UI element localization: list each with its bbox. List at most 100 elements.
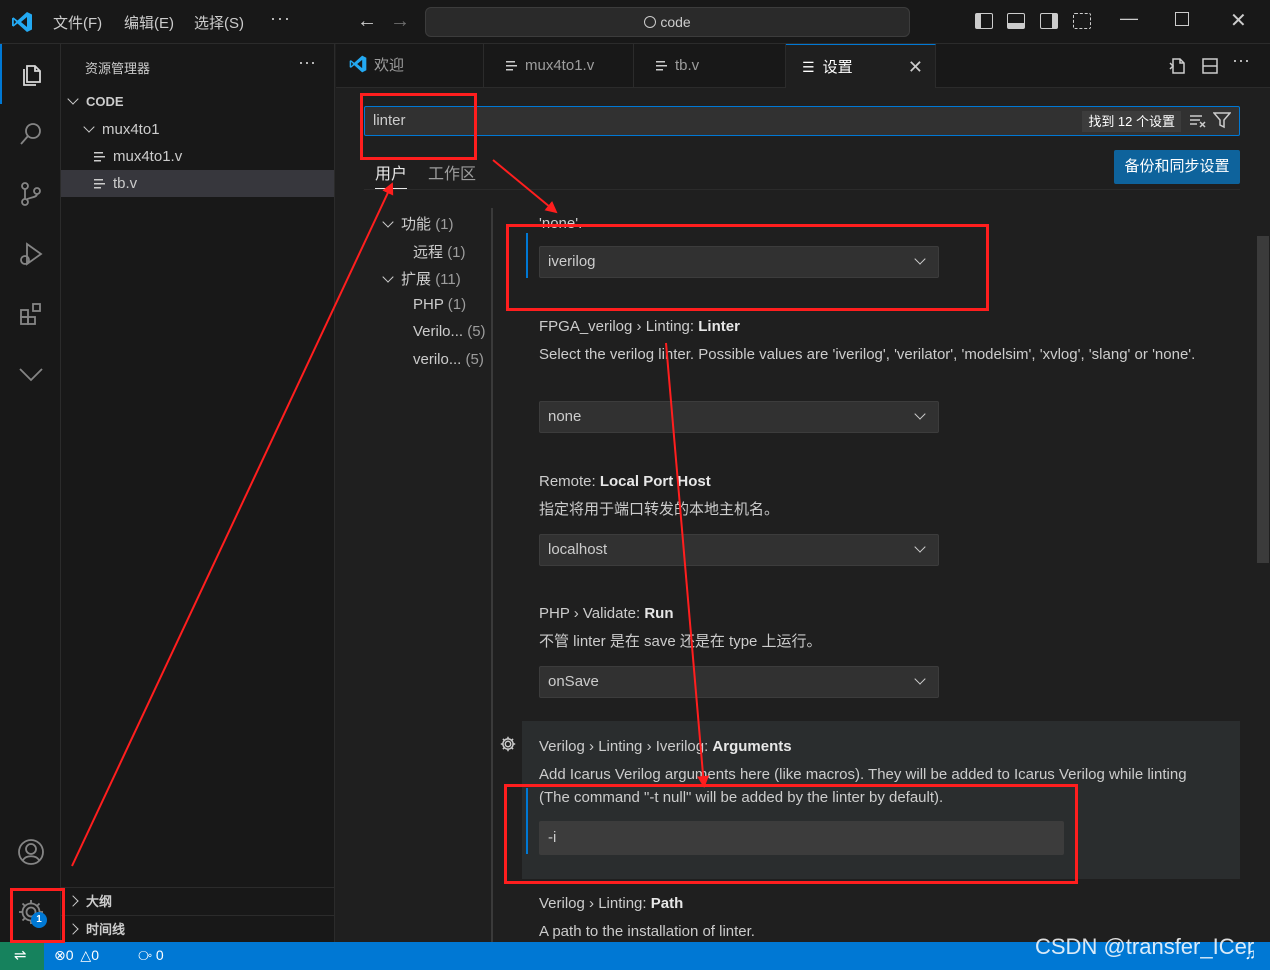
watermark: CSDN @transfer_ICer (1035, 934, 1255, 959)
setting-title: Verilog › Linting › Iverilog: Arguments (539, 738, 1219, 760)
php-validate-run-select[interactable]: onSave (539, 666, 939, 698)
maximize-icon[interactable] (1175, 12, 1189, 26)
annotation-box-search (360, 93, 477, 160)
setting-prefix: FPGA_verilog › Linting: (539, 318, 699, 335)
tab-welcome[interactable]: 欢迎 (336, 44, 484, 88)
setting-prefix: Verilog › Linting › Iverilog: (539, 738, 713, 755)
toc-label: PHP (413, 296, 444, 313)
setting-description: 不管 linter 是在 save 还是在 type 上运行。 (539, 633, 822, 650)
timeline-panel-header[interactable]: 时间线 (61, 915, 334, 943)
tab-mux4to1-v[interactable]: mux4to1.v (484, 44, 634, 88)
file-tb-v[interactable]: tb.v (61, 170, 334, 197)
ports-status[interactable]: ⧂ 0 (138, 947, 164, 964)
chevron-down-icon (914, 673, 926, 685)
tab-settings[interactable]: ☰ 设置 ✕ (786, 44, 936, 88)
clear-filter-icon[interactable] (1189, 112, 1207, 130)
toggle-panel-icon[interactable] (1007, 13, 1025, 29)
ports-count: 0 (155, 947, 164, 963)
toc-item-extensions[interactable]: 扩展 (11) (382, 268, 461, 289)
run-debug-button[interactable] (0, 224, 61, 284)
extensions-button[interactable] (0, 284, 61, 344)
setting-name: Arguments (712, 738, 792, 755)
toc-divider (491, 208, 493, 942)
split-editor-icon[interactable] (1200, 56, 1220, 81)
source-control-button[interactable] (0, 164, 61, 224)
menu-selection[interactable]: 选择(S) (194, 12, 244, 33)
toc-item-verilog-2[interactable]: verilo... (5) (413, 351, 484, 368)
customize-layout-icon[interactable] (1073, 13, 1091, 29)
select-value: localhost (548, 541, 608, 558)
files-icon (22, 65, 41, 86)
source-control-icon (20, 182, 41, 206)
open-settings-json-icon[interactable] (1168, 56, 1188, 81)
explorer-sidebar: 资源管理器 ··· CODE mux4to1 mux4to1.v tb.v 大纲… (61, 44, 335, 942)
file-label: tb.v (113, 175, 138, 192)
toc-count: (5) (465, 351, 484, 368)
setting-name: Linter (698, 318, 740, 335)
remote-indicator-button[interactable]: ⇌ (0, 942, 44, 970)
toc-item-verilog-1[interactable]: Verilo... (5) (413, 323, 486, 340)
explorer-button[interactable] (0, 44, 61, 104)
file-mux4to1-v[interactable]: mux4to1.v (61, 143, 334, 170)
tab-label: 设置 (822, 59, 853, 76)
more-views-button[interactable] (0, 344, 61, 404)
tab-workspace-scope[interactable]: 工作区 (428, 160, 476, 184)
select-value: onSave (548, 673, 599, 690)
more-actions-button[interactable]: ··· (1232, 50, 1250, 71)
toc-count: (1) (435, 216, 454, 233)
menu-edit[interactable]: 编辑(E) (124, 12, 174, 33)
accounts-button[interactable] (0, 822, 61, 882)
minimize-icon[interactable]: — (1120, 8, 1138, 29)
close-icon[interactable]: ✕ (908, 45, 923, 89)
menu-file[interactable]: 文件(F) (53, 12, 102, 33)
filter-icon[interactable] (1213, 111, 1231, 129)
toc-item-php[interactable]: PHP (1) (413, 296, 466, 313)
annotation-box-arguments (504, 784, 1078, 884)
command-center-search[interactable]: code (425, 7, 910, 37)
setting-php-validate-run: PHP › Validate: Run 不管 linter 是在 save 还是… (539, 605, 1219, 653)
tab-user-scope[interactable]: 用户 (375, 160, 408, 189)
folder-mux4to1[interactable]: mux4to1 (61, 116, 334, 143)
toc-count: (5) (467, 323, 486, 340)
back-arrow-icon[interactable]: ← (357, 10, 377, 33)
local-port-host-select[interactable]: localhost (539, 534, 939, 566)
outline-panel-header[interactable]: 大纲 (61, 887, 334, 915)
toc-label: 功能 (401, 216, 432, 233)
toc-label: 远程 (413, 244, 444, 261)
file-icon (94, 151, 105, 162)
error-icon: ⊗ (54, 947, 66, 963)
toc-item-features[interactable]: 功能 (1) (382, 213, 454, 234)
toggle-secondary-sidebar-icon[interactable] (1040, 13, 1058, 29)
chevron-right-icon (67, 895, 79, 907)
chevron-down-icon (83, 121, 95, 133)
file-icon (94, 178, 105, 189)
scrollbar-thumb[interactable] (1257, 236, 1269, 563)
problems-status[interactable]: ⊗0 △0 (54, 947, 99, 964)
tab-label: tb.v (675, 57, 700, 74)
sidebar-more-button[interactable]: ··· (298, 52, 316, 73)
workspace-header[interactable]: CODE (61, 88, 334, 115)
search-result-count: 找到 12 个设置 (1082, 111, 1181, 132)
setting-gear-icon[interactable] (499, 735, 517, 753)
setting-title: Remote: Local Port Host (539, 473, 1219, 495)
toc-item-remote[interactable]: 远程 (1) (413, 241, 466, 262)
toggle-primary-sidebar-icon[interactable] (975, 13, 993, 29)
setting-fpga-linter: FPGA_verilog › Linting: Linter Select th… (539, 318, 1219, 366)
search-button[interactable] (0, 104, 61, 164)
account-icon (17, 839, 44, 865)
search-icon (644, 16, 657, 28)
backup-sync-settings-button[interactable]: 备份和同步设置 (1114, 150, 1240, 184)
tab-label: mux4to1.v (525, 57, 595, 74)
setting-description: 指定将用于端口转发的本地主机名。 (539, 501, 780, 518)
select-value: none (548, 408, 582, 425)
title-bar: 文件(F) 编辑(E) 选择(S) ··· ← → code — ✕ (0, 0, 1270, 44)
tab-tb-v[interactable]: tb.v (634, 44, 786, 88)
setting-title: PHP › Validate: Run (539, 605, 1219, 627)
warning-icon: △ (80, 947, 92, 963)
settings-search-box[interactable]: 找到 12 个设置 (364, 106, 1240, 136)
forward-arrow-icon[interactable]: → (390, 10, 410, 33)
fpga-linter-select[interactable]: none (539, 401, 939, 433)
file-icon (506, 60, 517, 71)
menu-more-button[interactable]: ··· (270, 8, 291, 29)
close-window-icon[interactable]: ✕ (1230, 8, 1247, 33)
